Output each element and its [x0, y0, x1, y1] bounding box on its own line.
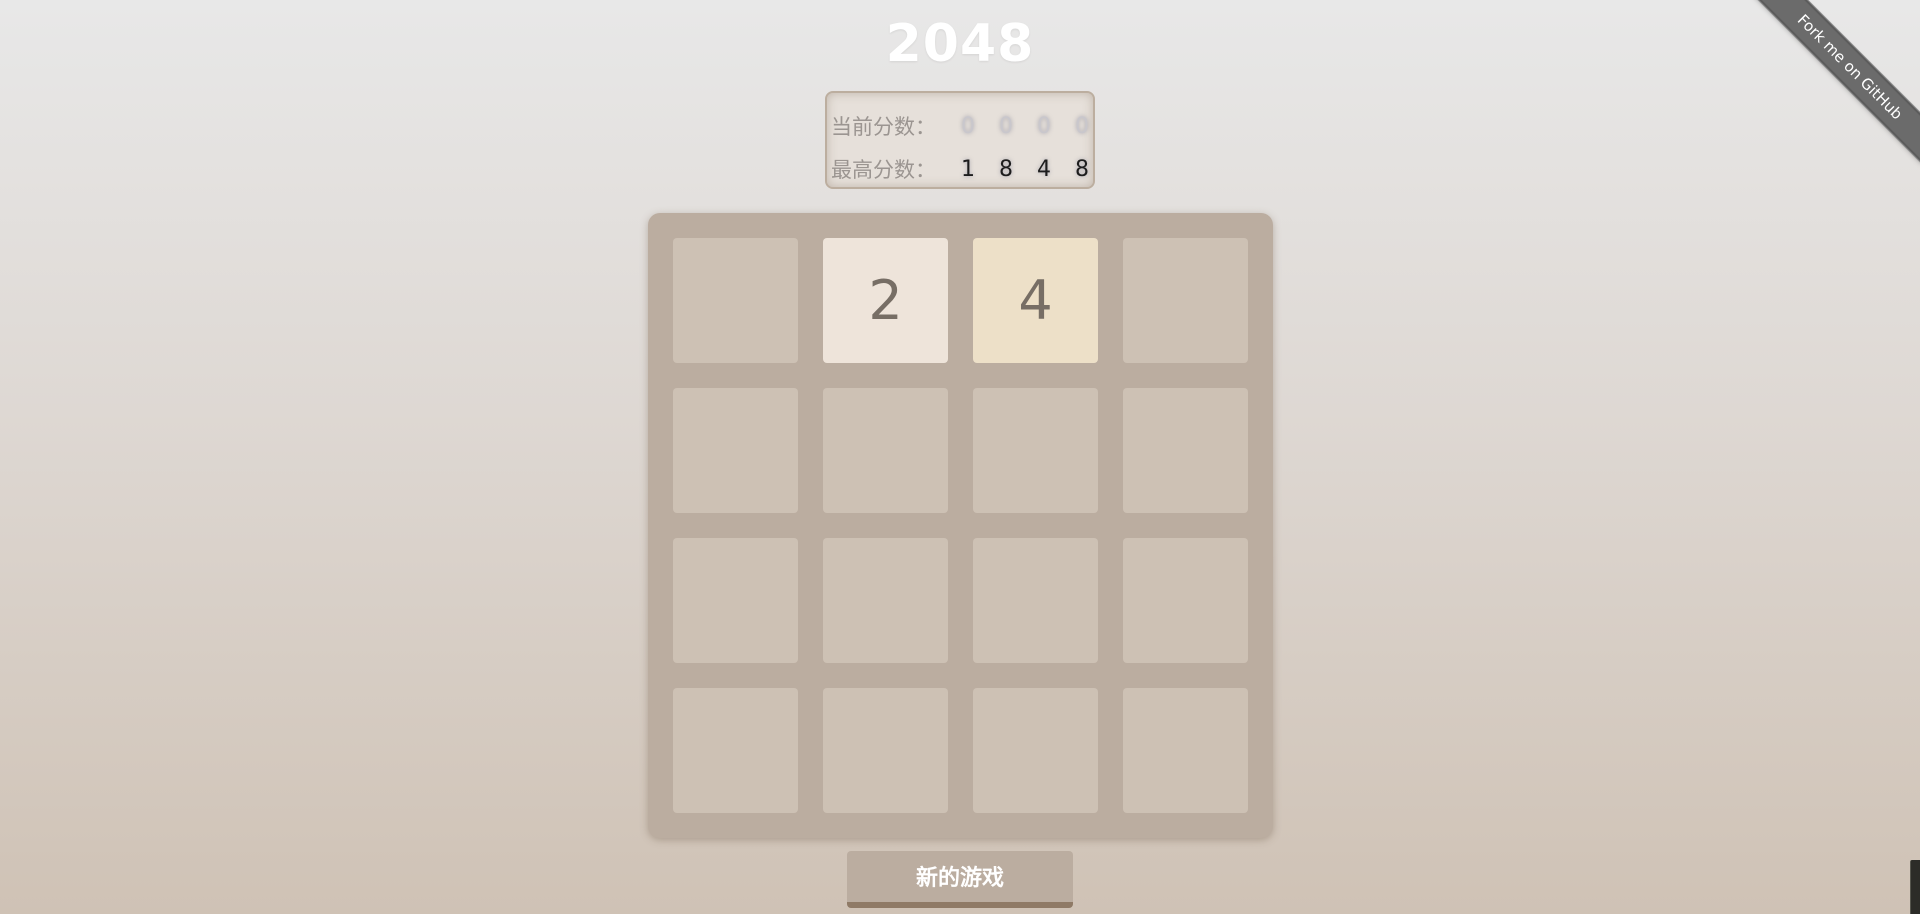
- empty-cell: [673, 388, 798, 513]
- tile-4: 4: [973, 238, 1098, 363]
- current-score-digit: 0: [1037, 113, 1051, 139]
- empty-cell: [1123, 388, 1248, 513]
- empty-cell: [673, 238, 798, 363]
- best-score-digit: 1: [961, 156, 975, 182]
- new-game-button[interactable]: 新的游戏: [847, 851, 1073, 908]
- best-score-digit: 8: [1075, 156, 1089, 182]
- empty-cell: [973, 538, 1098, 663]
- empty-cell: [823, 388, 948, 513]
- best-score-digit: 4: [1037, 156, 1051, 182]
- current-score-row: 当前分数： 0 0 0 0: [831, 111, 1101, 141]
- current-score-label: 当前分数：: [831, 115, 936, 139]
- best-score-digit: 8: [999, 156, 1013, 182]
- empty-cell: [673, 538, 798, 663]
- game-board[interactable]: 24: [648, 213, 1273, 838]
- empty-cell: [1123, 688, 1248, 813]
- corner-widget[interactable]: [1910, 860, 1920, 914]
- empty-cell: [823, 688, 948, 813]
- best-score-label: 最高分数：: [831, 158, 936, 182]
- score-panel: 当前分数： 0 0 0 0 最高分数： 1 8 4 8: [825, 91, 1095, 189]
- empty-cell: [1123, 238, 1248, 363]
- empty-cell: [1123, 538, 1248, 663]
- empty-cell: [973, 388, 1098, 513]
- empty-cell: [673, 688, 798, 813]
- empty-cell: [973, 688, 1098, 813]
- best-score-row: 最高分数： 1 8 4 8: [831, 154, 1101, 184]
- current-score-digit: 0: [1075, 113, 1089, 139]
- current-score-digit: 0: [961, 113, 975, 139]
- fork-on-github-ribbon[interactable]: Fork me on GitHub: [1754, 0, 1920, 163]
- current-score-digit: 0: [999, 113, 1013, 139]
- tile-2: 2: [823, 238, 948, 363]
- github-ribbon-container: Fork me on GitHub: [1750, 0, 1920, 170]
- game-title: 2048: [885, 14, 1035, 74]
- empty-cell: [823, 538, 948, 663]
